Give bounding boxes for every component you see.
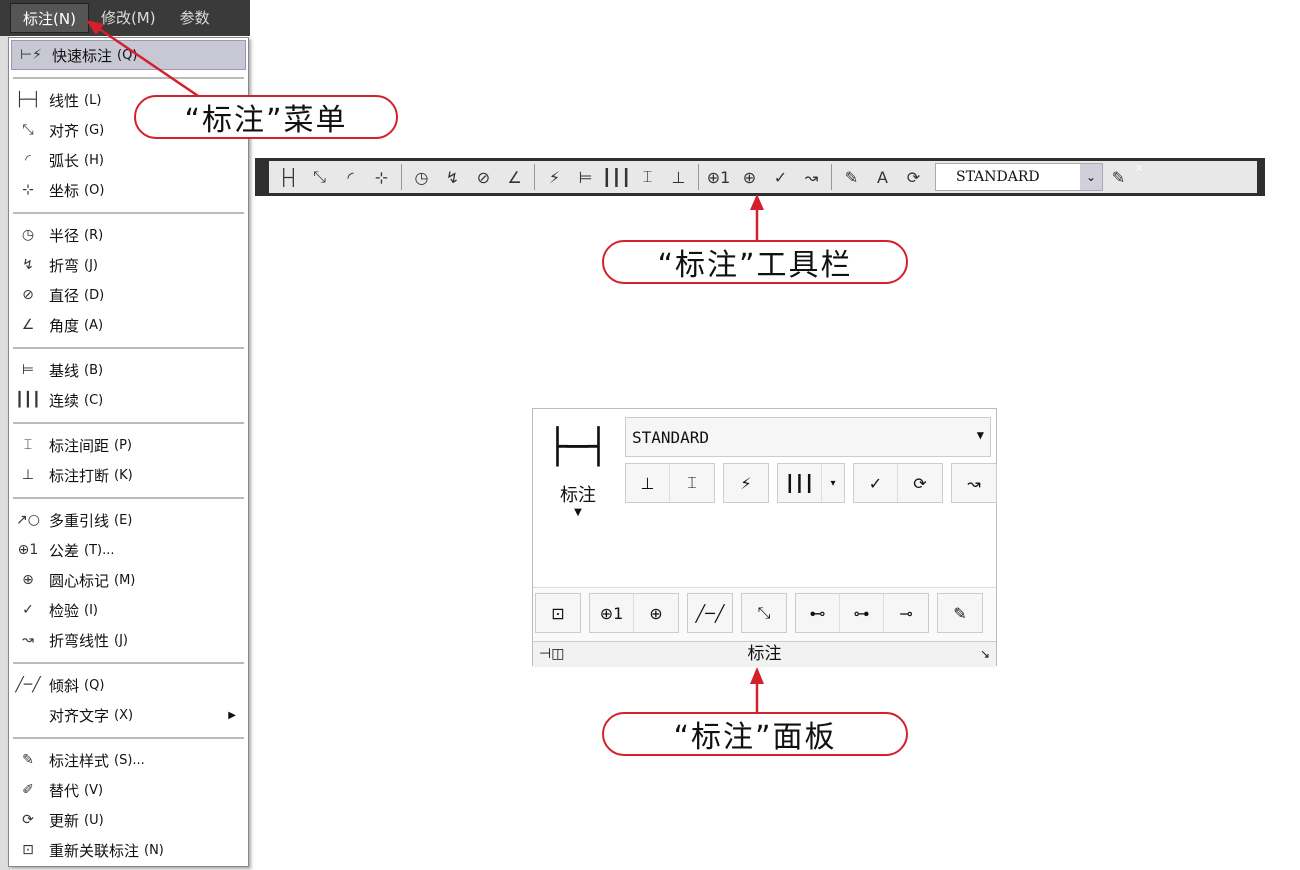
arrow-menu (91, 22, 211, 106)
callout-toolbar: “标注”工具栏 (602, 240, 908, 284)
arrowhead (750, 667, 764, 684)
arrowhead (750, 194, 764, 210)
arrowhead (86, 20, 104, 35)
callout-panel: “标注”面板 (602, 712, 908, 756)
callout-menu: “标注”菜单 (134, 95, 398, 139)
